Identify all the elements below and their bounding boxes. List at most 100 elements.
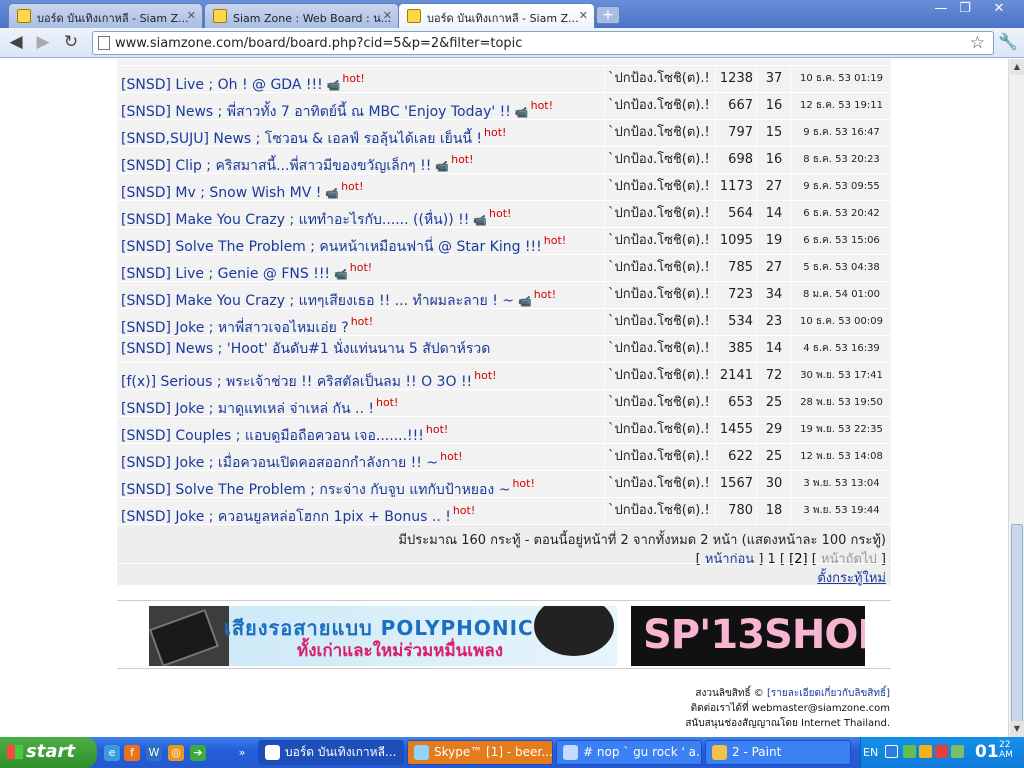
sp13shop-ad-banner[interactable]: SP'13SHOP [631,606,865,666]
topic-date: 10 ธ.ค. 53 01:19 [800,73,883,84]
new-tab-button[interactable]: + [596,6,620,24]
topic-author[interactable]: `ปกป้อง.โซชิ(ต).! [606,444,716,470]
page-1-link[interactable]: ] 1 [ [758,552,785,567]
network-icon[interactable] [903,745,916,758]
topic-author[interactable]: `ปกป้อง.โซชิ(ต).! [606,363,716,389]
wrench-menu-icon[interactable]: 🔧 [998,32,1018,54]
polyphonic-ad-banner[interactable]: เสียงรอสายแบบ POLYPHONIC ทั้งเก่าและใหม่… [149,606,617,666]
topic-author[interactable]: `ปกป้อง.โซชิ(ต).! [606,255,716,281]
browser-tab-title: บอร์ด บันเทิงเกาหลี - Siam Z... [427,12,579,25]
topic-author[interactable]: `ปกป้อง.โซชิ(ต).! [606,417,716,443]
topic-title-link[interactable]: [SNSD] Clip ; คริสมาสนี้...พี่สาวมีของขว… [121,158,431,173]
table-row: [SNSD] Couples ; แอบดูมือถือควอน เจอ....… [117,417,891,444]
topic-title-link[interactable]: [SNSD] Joke ; เมื่อควอนเปิดคอสออกกำลังกา… [121,455,438,470]
taskbar-button-chrome[interactable]: บอร์ด บันเทิงเกาหลี... [258,740,404,765]
table-row: [SNSD] Make You Crazy ; แทๆเสียงเธอ !! .… [117,282,891,309]
close-tab-icon[interactable]: ✕ [383,9,392,22]
security-icon[interactable] [919,745,932,758]
topic-title-cell: [SNSD] Couples ; แอบดูมือถือควอน เจอ....… [117,417,605,443]
topic-author[interactable]: `ปกป้อง.โซชิ(ต).! [606,228,716,254]
firefox-quicklaunch-icon[interactable]: f [124,745,140,761]
topic-author[interactable]: `ปกป้อง.โซชิ(ต).! [606,390,716,416]
topic-title-link[interactable]: [SNSD] Live ; Oh ! @ GDA !!! [121,77,323,92]
close-window-button[interactable]: ✕ [984,0,1014,18]
tray-arrow-icon[interactable] [885,745,898,758]
topic-title-link[interactable]: [SNSD] Joke ; มาดูแทเหล่ จ่าเหล่ กัน .. … [121,401,374,416]
hot-badge: hot! [512,477,535,490]
topic-title-link[interactable]: [SNSD] News ; พี่สาวทั้ง 7 อาทิตย์นี้ ณ … [121,104,511,119]
hot-badge: hot! [375,396,399,409]
topic-author[interactable]: `ปกป้อง.โซชิ(ต).! [606,66,716,92]
app-quicklaunch-icon[interactable]: W [146,745,162,761]
show-desktop-icon[interactable]: ➔ [190,745,206,761]
topic-author[interactable]: `ปกป้อง.โซชิ(ต).! [606,201,716,227]
back-arrow-icon[interactable]: ◀ [5,32,27,54]
topic-title-link[interactable]: [SNSD] Mv ; Snow Wish MV ! [121,185,321,200]
bookmark-star-icon[interactable]: ☆ [970,33,985,53]
more-quicklaunch-chevron-icon[interactable]: » [234,745,250,761]
topic-title-link[interactable]: [SNSD] Joke ; หาพี่สาวเจอไหมเอ่ย ? [121,320,349,335]
topic-author[interactable]: `ปกป้อง.โซชิ(ต).! [606,309,716,335]
reload-icon[interactable]: ↻ [60,32,82,54]
start-button[interactable]: start [0,737,97,768]
siamzone-favicon-icon [407,9,421,23]
topic-title-link[interactable]: [SNSD] Make You Crazy ; แททำอะไรกับ.....… [121,212,469,227]
topic-date: 5 ธ.ค. 53 04:38 [803,262,880,273]
close-tab-icon[interactable]: ✕ [187,9,196,22]
browser-tab-3-active[interactable]: บอร์ด บันเทิงเกาหลี - Siam Z... ✕ [398,3,595,29]
taskbar-button-label: Skype™ [1] - beer... [434,745,553,759]
taskbar-button-chat[interactable]: # nop ` gu rock ' a... [556,740,702,765]
topic-author[interactable]: `ปกป้อง.โซชิ(ต).! [606,471,716,497]
topic-author[interactable]: `ปกป้อง.โซชิ(ต).! [606,498,716,524]
topic-author[interactable]: `ปกป้อง.โซชิ(ต).! [606,174,716,200]
language-indicator[interactable]: EN [863,746,878,759]
topic-title-link[interactable]: [SNSD] Couples ; แอบดูมือถือควอน เจอ....… [121,428,424,443]
hot-badge: hot! [350,315,374,328]
copyright-details-link[interactable]: [รายละเอียดเกี่ยวกับลิขสิทธิ์] [767,688,890,699]
topic-date: 6 ธ.ค. 53 20:42 [803,208,880,219]
volume-icon[interactable] [951,745,964,758]
topic-title-link[interactable]: [f(x)] Serious ; พระเจ้าช่วย !! คริสตัลเ… [121,374,472,389]
topic-title-link[interactable]: [SNSD] Live ; Genie @ FNS !!! [121,266,330,281]
browser-tab-2[interactable]: Siam Zone : Web Board : น... ✕ [204,3,399,28]
antivirus-icon[interactable] [935,745,948,758]
topic-author[interactable]: `ปกป้อง.โซชิ(ต).! [606,336,716,362]
topic-title-link[interactable]: [SNSD] Joke ; ควอนยูลหล่อโฮกก 1pix + Bon… [121,509,451,524]
url-input[interactable] [115,34,955,52]
topic-title-link[interactable]: [SNSD] News ; 'Hoot' อันดับ#1 นั่งแท่นนา… [121,341,490,357]
topic-replies: 34 [758,282,791,308]
media-quicklaunch-icon[interactable]: ◎ [168,745,184,761]
browser-tab-1[interactable]: บอร์ด บันเทิงเกาหลี - Siam Z... ✕ [8,3,203,28]
ie-quicklaunch-icon[interactable]: e [104,745,120,761]
topic-title-link[interactable]: [SNSD] Solve The Problem ; กระจ่าง กับจู… [121,482,510,497]
topic-author[interactable]: `ปกป้อง.โซชิ(ต).! [606,147,716,173]
topic-title-link[interactable]: [SNSD] Solve The Problem ; คนหน้าเหมือนฟ… [121,239,542,254]
pagination: [ หน้าก่อน ] 1 [ [2] [ หน้าถัดไป ] [696,548,886,569]
vertical-scrollbar[interactable]: ▲ ▼ [1008,59,1024,768]
address-bar[interactable]: ☆ [92,31,994,55]
topic-author[interactable]: `ปกป้อง.โซชิ(ต).! [606,93,716,119]
forward-arrow-icon[interactable]: ▶ [32,32,54,54]
new-topic-link[interactable]: ตั้งกระทู้ใหม่ [817,567,886,588]
topic-author[interactable]: `ปกป้อง.โซชิ(ต).! [606,120,716,146]
taskbar-button-label: 2 - Paint [732,745,782,759]
divider [117,563,891,564]
taskbar-button-skype[interactable]: Skype™ [1] - beer... [407,740,553,765]
topic-author[interactable]: `ปกป้อง.โซชิ(ต).! [606,282,716,308]
table-row: [SNSD] Joke ; มาดูแทเหล่ จ่าเหล่ กัน .. … [117,390,891,417]
contact-line: ติดต่อเราได้ที่ webmaster@siamzone.com [690,703,890,714]
taskbar-button-paint[interactable]: 2 - Paint [705,740,851,765]
topic-title-link[interactable]: [SNSD,SUJU] News ; โซวอน & เอลฟ์ รอลุ้นไ… [121,131,482,146]
topic-views: 385 [717,336,757,362]
maximize-button[interactable]: ❐ [952,0,978,18]
scroll-up-arrow-icon[interactable]: ▲ [1010,59,1024,75]
scroll-down-arrow-icon[interactable]: ▼ [1010,721,1024,737]
topic-views: 1567 [717,471,757,497]
minimize-button[interactable]: — [928,0,954,18]
topic-title-cell: [SNSD] Clip ; คริสมาสนี้...พี่สาวมีของขว… [117,147,605,173]
prev-page-link[interactable]: หน้าก่อน [705,552,754,567]
topic-count-summary: มีประมาณ 160 กระทู้ - ตอนนี้อยู่หน้าที่ … [398,533,886,548]
topic-replies: 25 [758,444,791,470]
close-tab-icon[interactable]: ✕ [579,9,588,22]
topic-title-link[interactable]: [SNSD] Make You Crazy ; แทๆเสียงเธอ !! .… [121,293,514,308]
